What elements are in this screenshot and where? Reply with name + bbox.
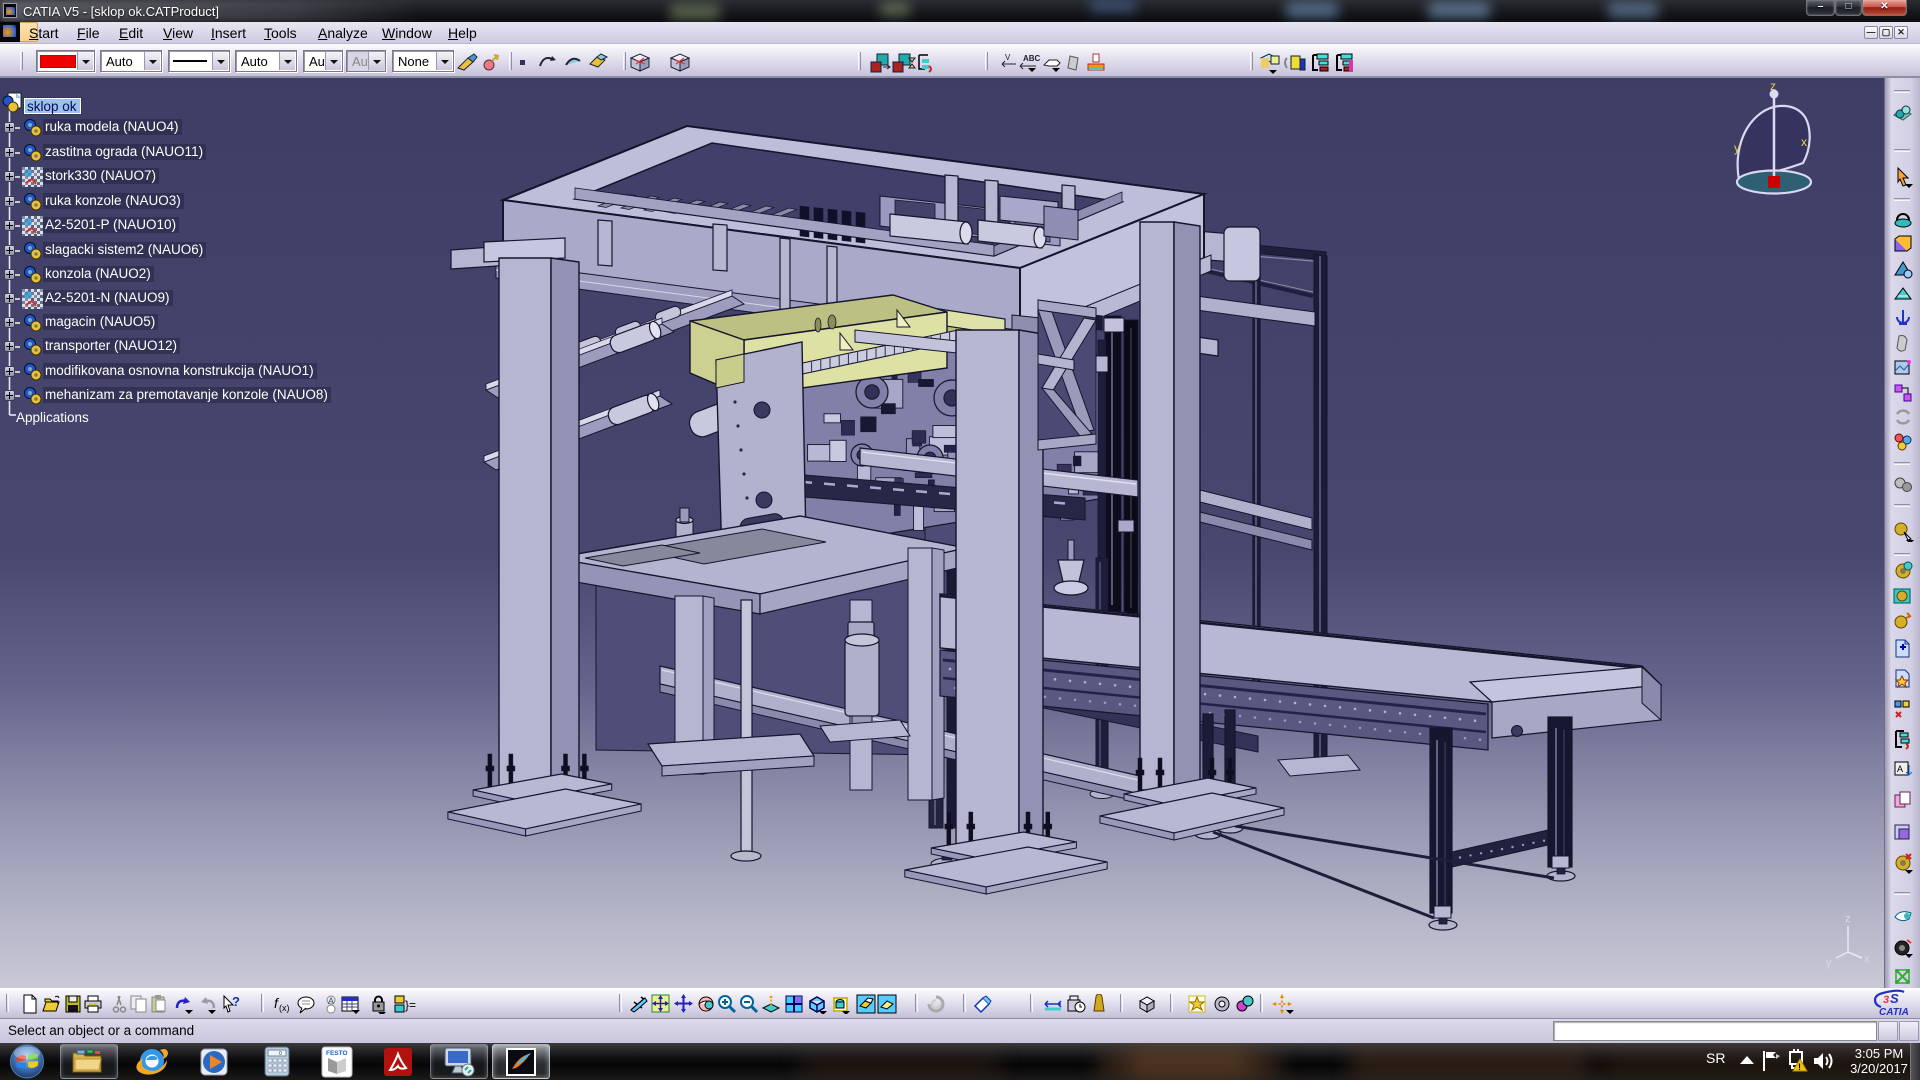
svg-text:A: A: [1897, 764, 1903, 774]
svg-text:S: S: [1890, 991, 1899, 1006]
svg-text:A: A: [328, 996, 334, 1006]
svg-text:y: y: [1734, 141, 1740, 155]
svg-text:0: 0: [279, 1051, 282, 1057]
svg-text:?: ?: [232, 994, 240, 1009]
svg-text:CATIA: CATIA: [1879, 1007, 1909, 1018]
svg-text:!: !: [1798, 1062, 1801, 1072]
svg-text:3: 3: [1883, 994, 1889, 1006]
svg-text:z: z: [1845, 913, 1851, 925]
svg-text:(x): (x): [279, 1003, 290, 1013]
svg-text:V: V: [1005, 53, 1011, 62]
svg-text:z: z: [1770, 79, 1776, 93]
svg-text:x: x: [1801, 135, 1807, 149]
svg-text:x: x: [1864, 953, 1870, 965]
svg-text:y: y: [1826, 957, 1832, 969]
svg-text:FESTO: FESTO: [326, 1050, 348, 1057]
svg-text:ABC: ABC: [1023, 54, 1041, 63]
svg-text:}=: }=: [405, 998, 416, 1012]
